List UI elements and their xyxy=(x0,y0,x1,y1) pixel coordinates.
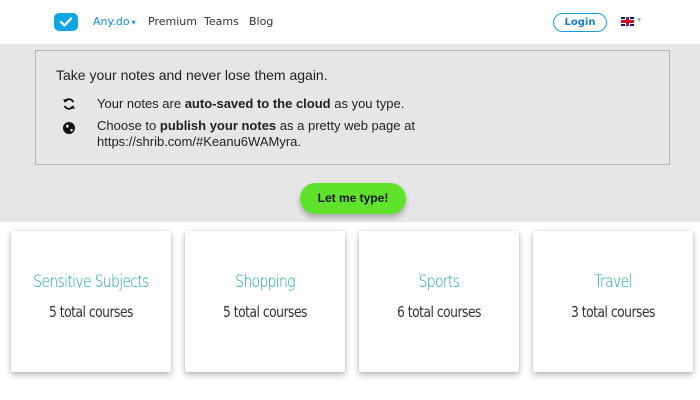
globe-icon xyxy=(62,121,76,135)
category-title: Sensitive Subjects xyxy=(33,272,149,292)
category-course-count: 3 total courses xyxy=(571,303,655,321)
autosave-text: Your notes are auto-saved to the cloud a… xyxy=(97,96,517,112)
autosave-pre: Your notes are xyxy=(97,96,185,111)
language-chevron-icon[interactable]: ▾ xyxy=(637,15,641,24)
brand-menu[interactable]: Any.do ▾ xyxy=(93,15,136,28)
brand-label: Any.do xyxy=(93,15,130,28)
uk-flag-icon[interactable] xyxy=(621,17,634,26)
publish-bold: publish your notes xyxy=(159,118,277,133)
category-course-count: 5 total courses xyxy=(49,303,133,321)
autosave-bold: auto-saved to the cloud xyxy=(184,96,331,111)
category-card-sports[interactable]: Sports 6 total courses xyxy=(359,231,519,372)
chevron-down-icon: ▾ xyxy=(131,18,136,27)
nav-link-teams[interactable]: Teams xyxy=(204,15,239,28)
publish-row: Choose to publish your notes as a pretty… xyxy=(56,118,516,152)
category-course-count: 6 total courses xyxy=(397,303,481,321)
nav-link-premium[interactable]: Premium xyxy=(148,15,197,28)
info-panel: Take your notes and never lose them agai… xyxy=(35,50,670,165)
category-title: Travel xyxy=(594,272,632,292)
sync-icon xyxy=(62,97,76,111)
autosave-post: as you type. xyxy=(330,96,405,111)
category-course-count: 5 total courses xyxy=(223,303,307,321)
top-navbar: Any.do ▾ Premium Teams Blog Login ▾ xyxy=(0,0,700,45)
login-button[interactable]: Login xyxy=(553,13,607,32)
category-card-sensitive-subjects[interactable]: Sensitive Subjects 5 total courses xyxy=(11,231,171,372)
category-title: Shopping xyxy=(235,272,295,292)
category-card-shopping[interactable]: Shopping 5 total courses xyxy=(185,231,345,372)
publish-pre: Choose to xyxy=(97,118,160,133)
nav-link-blog[interactable]: Blog xyxy=(249,15,273,28)
category-title: Sports xyxy=(418,272,460,292)
let-me-type-button[interactable]: Let me type! xyxy=(300,183,406,214)
intro-text: Take your notes and never lose them agai… xyxy=(56,67,328,83)
autosave-row: Your notes are auto-saved to the cloud a… xyxy=(56,96,516,114)
category-card-travel[interactable]: Travel 3 total courses xyxy=(533,231,693,372)
anydo-logo-icon[interactable] xyxy=(54,13,78,31)
publish-text: Choose to publish your notes as a pretty… xyxy=(97,118,517,150)
